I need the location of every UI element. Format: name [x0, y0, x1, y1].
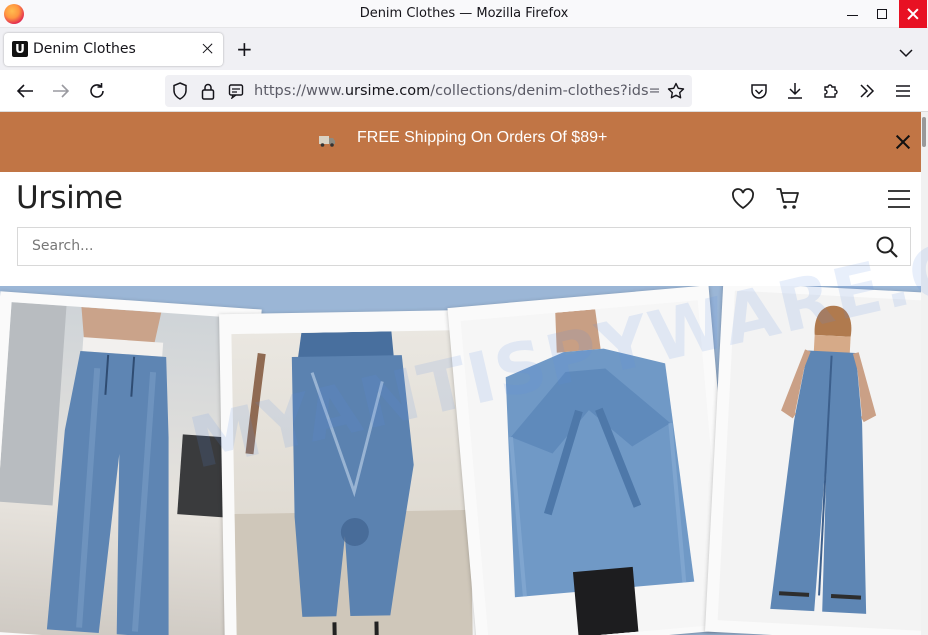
search-icon[interactable] [875, 235, 899, 259]
back-button[interactable] [15, 81, 35, 101]
extensions-button[interactable] [821, 81, 841, 101]
reload-button[interactable] [87, 81, 107, 101]
new-tab-button[interactable]: + [236, 39, 253, 59]
product-card-bow-denim-jacket[interactable] [447, 286, 739, 635]
site-menu-icon[interactable] [886, 186, 912, 212]
maximize-button[interactable] [868, 0, 896, 28]
tab-denim-clothes[interactable]: U Denim Clothes [4, 33, 223, 66]
download-icon [788, 83, 802, 99]
tab-bar: U Denim Clothes + [0, 28, 928, 70]
url-path: /collections/denim-clothes?ids=f [430, 83, 659, 99]
close-icon [907, 8, 919, 20]
permissions-icon[interactable] [226, 81, 246, 101]
pocket-icon [751, 83, 767, 99]
bookmark-star-button[interactable] [666, 81, 686, 101]
promo-text: FREE Shipping On Orders Of $89+ [357, 129, 608, 146]
navigation-toolbar: https://www.ursime.com/collections/denim… [0, 70, 928, 112]
search-input[interactable] [32, 238, 852, 254]
product-card-patchwork-jeans[interactable] [219, 309, 485, 635]
puzzle-piece-icon [824, 84, 838, 98]
close-icon [895, 134, 911, 150]
forward-arrow-icon [53, 84, 70, 98]
denim-jumpsuit-photo [717, 290, 921, 632]
maximize-icon [877, 9, 887, 19]
window-title: Denim Clothes — Mozilla Firefox [359, 6, 569, 21]
list-tabs-button[interactable] [899, 43, 913, 62]
search-bar [17, 227, 911, 266]
forward-button[interactable] [51, 81, 71, 101]
site-favicon-icon: U [12, 41, 28, 57]
wishlist-heart-icon[interactable] [730, 186, 756, 212]
close-tab-button[interactable] [202, 43, 214, 55]
url-text[interactable]: https://www.ursime.com/collections/denim… [254, 83, 659, 99]
tab-label: Denim Clothes [33, 41, 136, 57]
bow-denim-jacket-photo [460, 300, 727, 635]
promo-banner: FREE Shipping On Orders Of $89+ [0, 112, 921, 172]
hamburger-menu-icon [896, 85, 910, 97]
address-bar[interactable]: https://www.ursime.com/collections/denim… [165, 75, 692, 107]
more-tools-button[interactable] [857, 81, 877, 101]
product-card-denim-jumpsuit[interactable] [705, 286, 921, 635]
downloads-button[interactable] [785, 81, 805, 101]
url-prefix: https://www. [254, 83, 345, 99]
url-domain: ursime.com [344, 83, 431, 99]
patchwork-jeans-photo [231, 329, 473, 635]
cart-icon[interactable] [775, 186, 801, 212]
window-titlebar: Denim Clothes — Mozilla Firefox [0, 0, 928, 28]
star-icon [667, 82, 685, 99]
reload-icon [90, 83, 104, 98]
tracking-protection-shield-icon[interactable] [170, 81, 190, 101]
lock-icon[interactable] [198, 81, 218, 101]
page-scrollbar[interactable] [921, 112, 928, 635]
back-arrow-icon [16, 84, 33, 98]
hero-collage-banner[interactable] [0, 286, 921, 635]
scrollbar-thumb[interactable] [922, 117, 926, 147]
close-tab-icon [202, 43, 214, 55]
minimize-icon [846, 14, 858, 16]
close-window-button[interactable] [899, 0, 927, 28]
pocket-button[interactable] [749, 81, 769, 101]
chevron-down-icon [899, 49, 913, 58]
minimize-button[interactable] [838, 0, 866, 28]
close-promo-button[interactable] [895, 134, 911, 150]
wide-leg-jeans-photo [0, 302, 250, 635]
app-menu-button[interactable] [893, 81, 913, 101]
delivery-truck-icon [319, 136, 335, 147]
site-logo[interactable]: Ursime [16, 180, 123, 216]
double-chevron-icon [860, 84, 875, 98]
